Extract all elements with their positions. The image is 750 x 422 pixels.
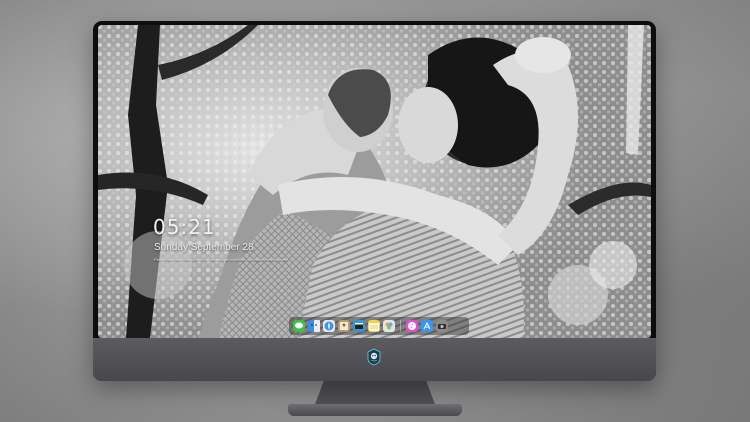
dock-separator [400,320,401,332]
safari-icon[interactable] [323,320,335,332]
itunes-icon[interactable]: ♪ [406,320,418,332]
photos-icon[interactable] [383,320,395,332]
clapper-icon[interactable] [353,320,365,332]
monitor: 05:21 Sunday September 28 People who lov… [93,21,656,381]
monitor-stand-base [288,404,462,416]
monitor-chin [93,338,656,381]
finder-icon[interactable] [308,320,320,332]
brand-logo-icon [367,348,381,366]
contacts-icon[interactable] [338,320,350,332]
lock-screen-quote: People who love each other will always b… [154,257,289,262]
lock-screen-date: Sunday September 28 [154,242,254,253]
camera-icon[interactable] [436,320,448,332]
app-store-icon[interactable] [421,320,433,332]
wallpaper-screen: 05:21 Sunday September 28 People who lov… [98,25,651,338]
svg-text:♪: ♪ [410,323,414,330]
lock-screen-time: 05:21 [153,215,216,239]
notes-icon[interactable] [368,320,380,332]
wallpaper-photo [98,25,651,338]
dock: ♪ [289,317,469,335]
messages-icon[interactable] [293,320,305,332]
